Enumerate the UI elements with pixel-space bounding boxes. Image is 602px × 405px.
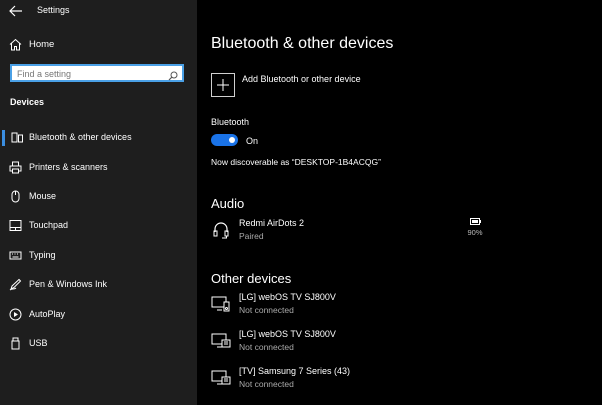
sidebar-item-label: Printers & scanners [29, 162, 108, 172]
other-device-item[interactable]: [LG] webOS TV SJ800V Not connected [211, 290, 591, 320]
audio-heading: Audio [211, 196, 245, 211]
search-icon[interactable] [168, 68, 178, 81]
device-status: Not connected [239, 342, 294, 352]
add-device-button[interactable] [211, 73, 235, 97]
add-device-label[interactable]: Add Bluetooth or other device [242, 74, 361, 84]
battery-indicator: 90% [465, 218, 485, 237]
sidebar-item-usb[interactable]: USB [0, 333, 197, 355]
sidebar-item-home[interactable]: Home [0, 34, 197, 56]
page-title: Bluetooth & other devices [211, 35, 394, 52]
bluetooth-label: Bluetooth [211, 117, 250, 127]
other-devices-heading: Other devices [211, 271, 292, 286]
sidebar-item-label: Touchpad [29, 220, 69, 230]
sidebar-item-typing[interactable]: Typing [0, 245, 197, 267]
bluetooth-toggle[interactable] [211, 134, 238, 146]
autoplay-icon [9, 308, 22, 321]
media-device-icon [211, 294, 231, 314]
bluetooth-state: On [246, 136, 259, 146]
search-input[interactable] [17, 67, 167, 80]
sidebar-item-label: USB [29, 338, 48, 348]
device-name: Redmi AirDots 2 [239, 218, 305, 228]
toggle-knob [229, 137, 235, 143]
sidebar-item-label: Home [29, 39, 55, 50]
touchpad-icon [9, 219, 22, 232]
plus-icon [217, 79, 229, 91]
device-status: Not connected [239, 379, 294, 389]
home-icon [9, 38, 22, 51]
sidebar-item-pen[interactable]: Pen & Windows Ink [0, 274, 197, 296]
device-status: Paired [239, 231, 264, 241]
device-name: [LG] webOS TV SJ800V [239, 292, 336, 302]
headset-icon [211, 220, 231, 240]
sidebar: Settings Home Devices Bluetooth & other … [0, 0, 197, 405]
other-device-item[interactable]: [TV] Samsung 7 Series (43) Not connected [211, 364, 591, 394]
usb-icon [9, 337, 22, 350]
other-device-item[interactable]: [LG] webOS TV SJ800V Not connected [211, 327, 591, 357]
device-name: [LG] webOS TV SJ800V [239, 329, 336, 339]
title-bar: Settings [0, 0, 197, 22]
sidebar-item-autoplay[interactable]: AutoPlay [0, 304, 197, 326]
sidebar-item-label: AutoPlay [29, 309, 66, 319]
sidebar-item-label: Typing [29, 250, 56, 260]
pen-icon [9, 278, 22, 291]
sidebar-item-printers[interactable]: Printers & scanners [0, 157, 197, 179]
printer-icon [9, 161, 22, 174]
device-status: Not connected [239, 305, 294, 315]
audio-device-item[interactable]: Redmi AirDots 2 Paired 90% [211, 216, 591, 246]
sidebar-item-label: Bluetooth & other devices [29, 132, 132, 142]
search-box[interactable] [10, 64, 184, 82]
mouse-icon [9, 190, 22, 203]
discoverable-text: Now discoverable as “DESKTOP-1B4ACQG” [211, 157, 381, 167]
display-device-icon [211, 331, 231, 351]
sidebar-item-mouse[interactable]: Mouse [0, 186, 197, 208]
section-label-devices: Devices [10, 97, 45, 107]
battery-icon [469, 218, 481, 225]
main-content: Bluetooth & other devices Add Bluetooth … [197, 0, 602, 405]
sidebar-item-label: Pen & Windows Ink [29, 279, 108, 289]
app-title: Settings [37, 5, 70, 15]
sidebar-item-label: Mouse [29, 191, 57, 201]
sidebar-item-touchpad[interactable]: Touchpad [0, 215, 197, 237]
device-name: [TV] Samsung 7 Series (43) [239, 366, 351, 376]
battery-percent: 90% [467, 228, 483, 237]
sidebar-item-bluetooth[interactable]: Bluetooth & other devices [0, 127, 197, 149]
bluetooth-devices-icon [11, 131, 24, 144]
keyboard-icon [9, 249, 22, 262]
back-arrow-icon[interactable] [9, 4, 23, 17]
display-device-icon [211, 368, 231, 388]
